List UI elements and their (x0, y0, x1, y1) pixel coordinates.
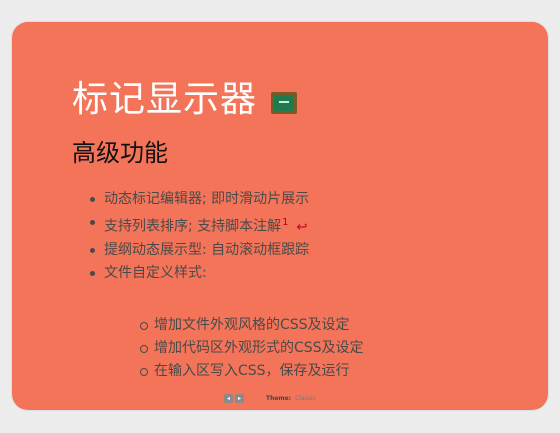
list-item-text: 支持列表排序; 支持脚本注解 (104, 218, 282, 235)
list-item: 文件自定义样式: (90, 262, 309, 285)
footnote-link[interactable]: 1 (282, 217, 288, 228)
list-item: 动态标记编辑器; 即时滑动片展示 (90, 188, 309, 211)
bullet-list: 动态标记编辑器; 即时滑动片展示 支持列表排序; 支持脚本注解1 ↩ 提纲动态展示… (90, 188, 309, 285)
sub-list-item: 增加文件外观风格的CSS及设定 (140, 314, 364, 337)
sub-list-item: 增加代码区外观形式的CSS及设定 (140, 337, 364, 360)
return-arrow-icon[interactable]: ↩ (297, 220, 308, 235)
sub-list-item: 在输入区写入CSS，保存及运行 (140, 360, 364, 383)
sub-list-item-text: 增加文件外观风格的CSS及设定 (154, 317, 350, 333)
theme-value[interactable]: Classic (295, 395, 316, 402)
list-item-text: 提纲动态展示型: 自动滚动框跟踪 (104, 241, 310, 258)
sub-bullet-list: 增加文件外观风格的CSS及设定 增加代码区外观形式的CSS及设定 在输入区写入C… (140, 314, 364, 383)
list-item-text: 动态标记编辑器; 即时滑动片展示 (104, 191, 310, 207)
slide-footer: ◂ ▸ Theme: Classic (224, 392, 316, 404)
chalkboard-icon (271, 92, 298, 114)
sub-list-item-text: 增加代码区外观形式的CSS及设定 (154, 340, 364, 356)
list-item: 提纲动态展示型: 自动滚动框跟踪 (90, 239, 309, 262)
prev-slide-button[interactable]: ◂ (224, 393, 233, 403)
slide: 标记显示器 高级功能 动态标记编辑器; 即时滑动片展示 支持列表排序; 支持脚本… (12, 22, 548, 410)
slide-title: 标记显示器 (72, 79, 258, 120)
list-item-text: 文件自定义样式: (104, 264, 207, 281)
slide-subtitle: 高级功能 (72, 139, 168, 167)
theme-label: Theme: (266, 394, 292, 402)
title-row: 标记显示器 (72, 78, 298, 122)
next-slide-button[interactable]: ▸ (235, 393, 244, 403)
list-item: 支持列表排序; 支持脚本注解1 ↩ (90, 211, 309, 239)
sub-list-item-text: 在输入区写入CSS，保存及运行 (154, 363, 350, 379)
